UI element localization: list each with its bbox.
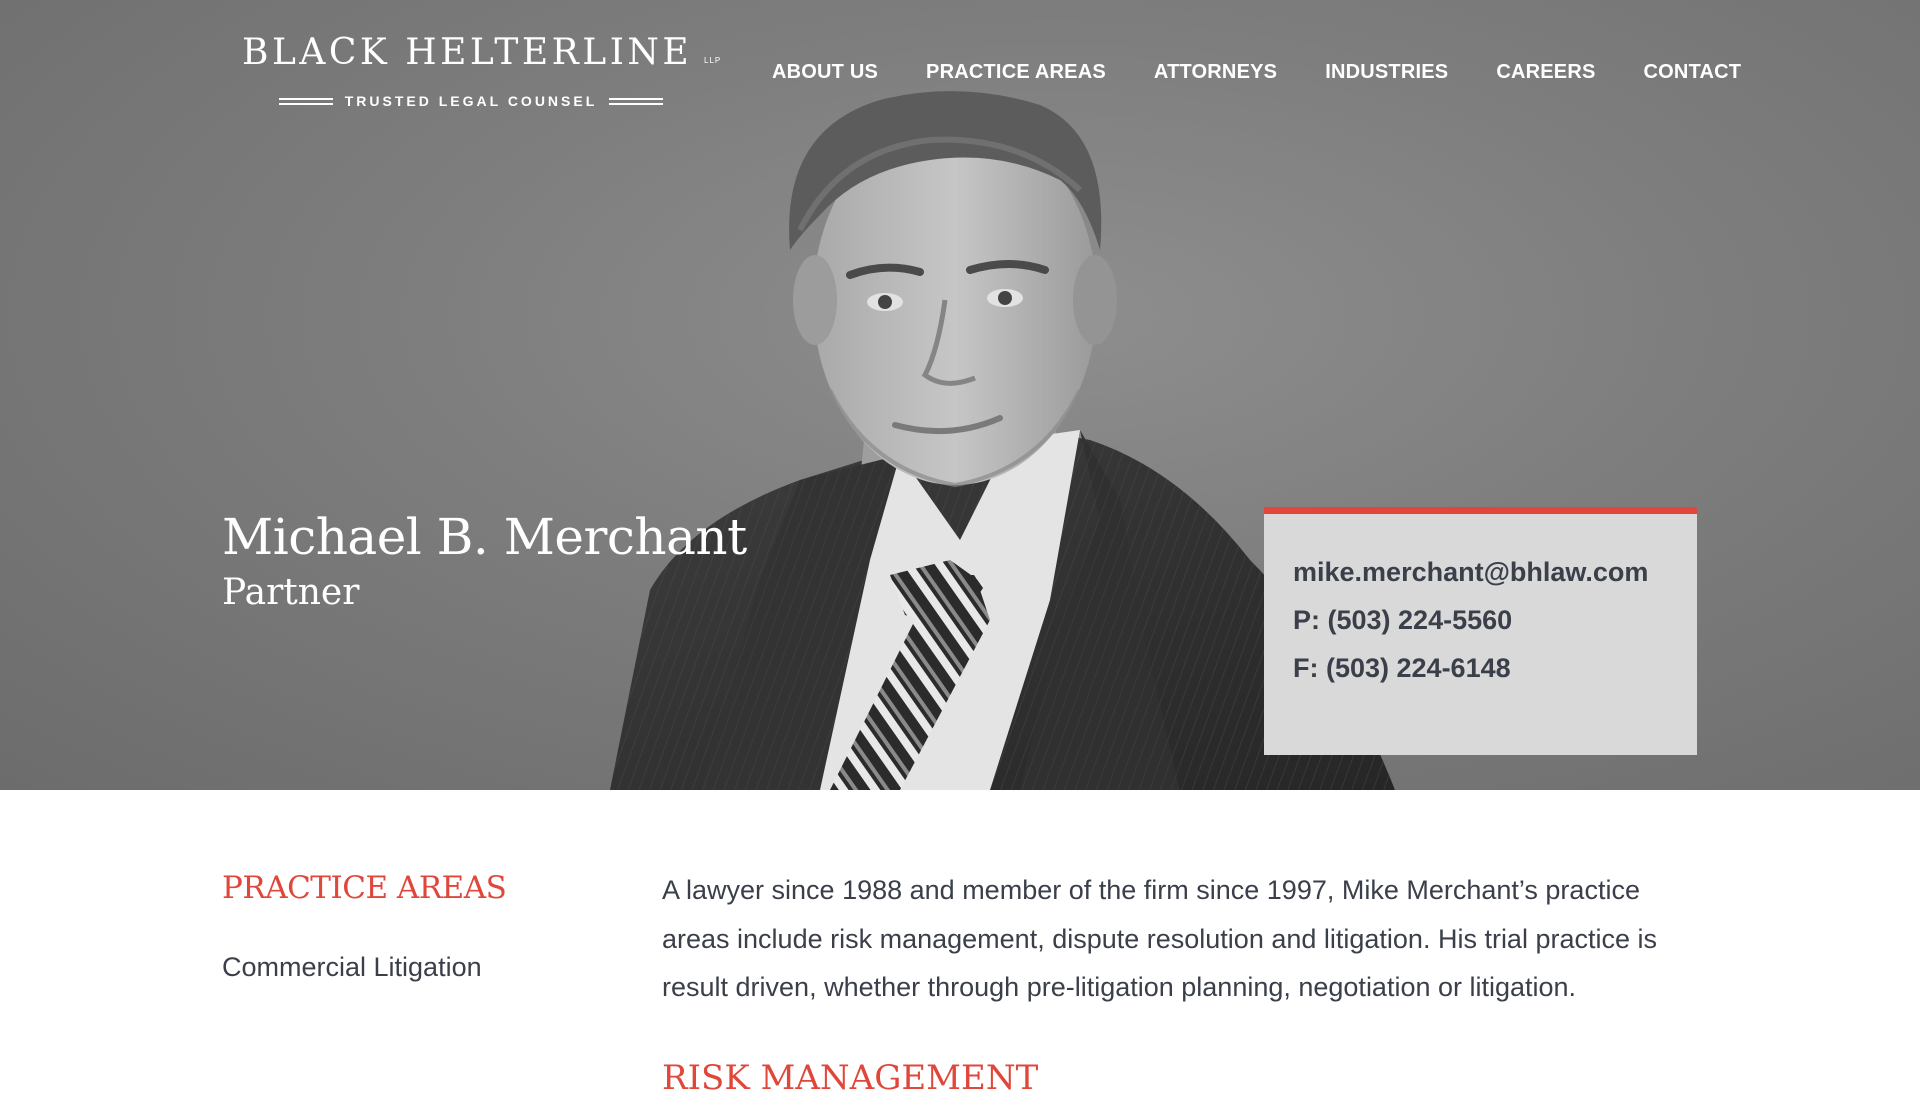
logo-tagline: TRUSTED LEGAL COUNSEL bbox=[344, 93, 598, 109]
nav-contact[interactable]: CONTACT bbox=[1644, 60, 1742, 84]
attorney-bio: A lawyer since 1988 and member of the fi… bbox=[662, 875, 1657, 1002]
main-nav: ABOUT US PRACTICE AREAS ATTORNEYS INDUST… bbox=[772, 60, 1741, 84]
risk-management-heading: RISK MANAGEMENT bbox=[662, 1058, 1039, 1098]
logo-suffix: LLP bbox=[704, 56, 722, 65]
logo-tagline-row: TRUSTED LEGAL COUNSEL bbox=[276, 92, 666, 110]
nav-attorneys[interactable]: ATTORNEYS bbox=[1154, 60, 1277, 84]
nav-careers[interactable]: CAREERS bbox=[1496, 60, 1595, 84]
nav-about-us[interactable]: ABOUT US bbox=[772, 60, 878, 84]
practice-areas-heading: PRACTICE AREAS bbox=[222, 870, 507, 906]
practice-area-link[interactable]: Commercial Litigation bbox=[222, 950, 482, 984]
contact-email-link[interactable]: mike.merchant@bhlaw.com bbox=[1293, 548, 1697, 596]
tagline-left-rule bbox=[278, 97, 333, 105]
nav-industries[interactable]: INDUSTRIES bbox=[1325, 60, 1448, 84]
site-logo[interactable]: BLACK HELTERLINE LLP TRUSTED LEGAL COUNS… bbox=[242, 34, 726, 114]
logo-name: BLACK HELTERLINE bbox=[242, 32, 693, 73]
attorney-title: Partner bbox=[222, 572, 360, 613]
contact-fax: F: (503) 224-6148 bbox=[1293, 653, 1511, 683]
nav-practice-areas[interactable]: PRACTICE AREAS bbox=[926, 60, 1106, 84]
tagline-right-rule bbox=[609, 97, 664, 105]
contact-phone[interactable]: P: (503) 224-5560 bbox=[1293, 596, 1697, 644]
attorney-name: Michael B. Merchant bbox=[222, 508, 747, 566]
contact-card: mike.merchant@bhlaw.com P: (503) 224-556… bbox=[1264, 507, 1697, 755]
